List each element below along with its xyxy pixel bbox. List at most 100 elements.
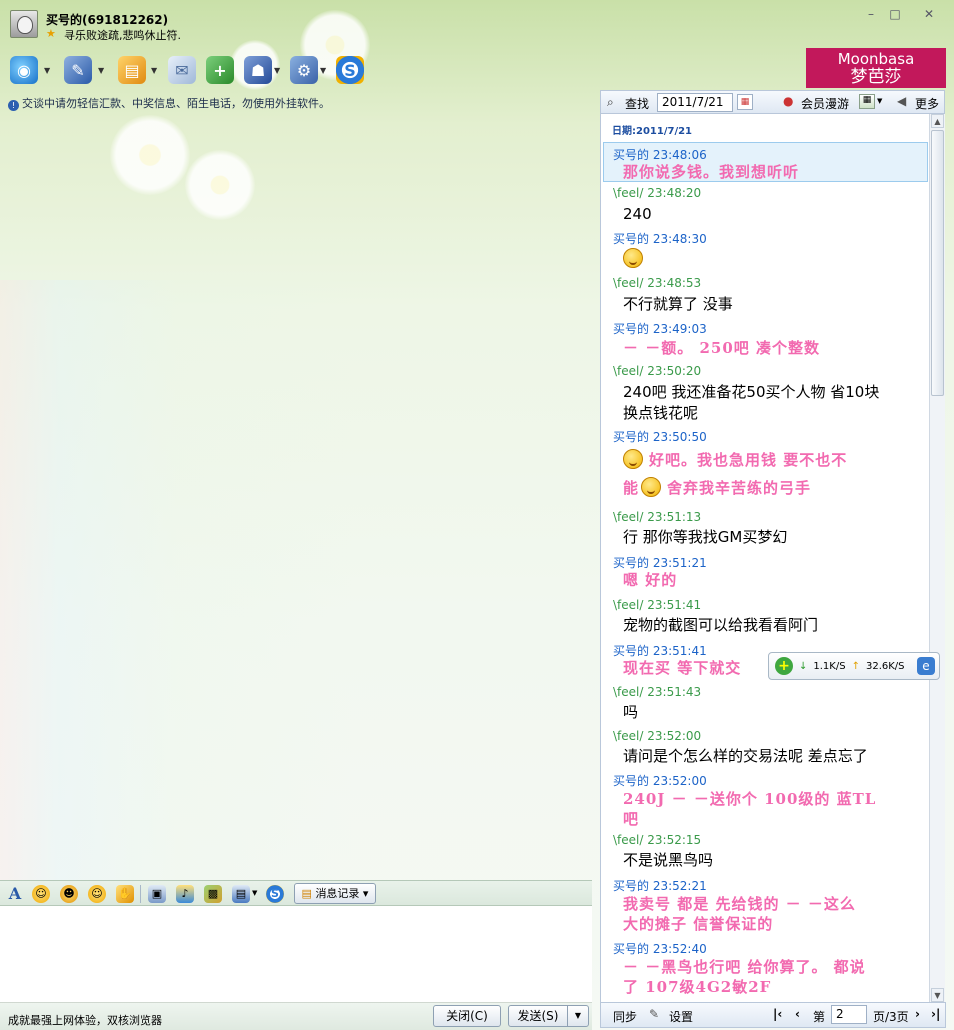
message-text: [623, 248, 913, 271]
last-page-icon[interactable]: ›|: [931, 1007, 940, 1021]
settings-label[interactable]: 设置: [669, 1008, 693, 1025]
penguin-icon: ●: [783, 94, 794, 108]
warning-text: 交谈中请勿轻信汇款、中奖信息、陌生电话，勿使用外挂软件。: [22, 97, 330, 110]
star-icon: ★: [46, 27, 56, 40]
accelerator-plus-icon[interactable]: +: [775, 657, 793, 675]
contact-signature: 寻乐败途疏,悲鸣休止符.: [64, 29, 181, 42]
member-roam-label[interactable]: 会员漫游: [801, 95, 849, 112]
upload-speed: 32.6K/S: [865, 660, 905, 672]
background-decoration: [0, 280, 590, 880]
input-toolbar: A ☺ ☻ ☺ ✋ ▣ ♪ ▩ ▤ ▼ S ▤ 消息记录 ▾: [0, 880, 592, 906]
upload-arrow-icon: ↑: [851, 660, 860, 672]
message-history-button[interactable]: ▤ 消息记录 ▾: [294, 883, 376, 904]
message-header: \feel/ 23:48:20: [613, 186, 702, 200]
message-history-pane[interactable]: 日期:2011/7/21 买号的 23:48:06 那你说多钱。我到想听听 \f…: [600, 114, 929, 1002]
message-text: 吗: [623, 703, 639, 721]
chevron-down-icon[interactable]: ▼: [274, 66, 280, 75]
browser-icon[interactable]: e: [917, 657, 935, 675]
export-icon[interactable]: ▦: [859, 94, 875, 109]
message-text: 240吧 我还准备花50买个人物 省10块 换点钱花呢: [623, 382, 913, 424]
video-call-icon[interactable]: ◉: [10, 56, 38, 84]
avatar[interactable]: [10, 10, 38, 38]
wink-icon[interactable]: ☺: [88, 885, 106, 903]
chevron-down-icon[interactable]: ▼: [252, 889, 257, 897]
first-page-icon[interactable]: |‹: [773, 1007, 782, 1021]
message-text: 请问是个怎么样的交易法呢 差点忘了: [623, 747, 868, 765]
search-icon[interactable]: ⌕: [607, 95, 614, 110]
date-input[interactable]: 2011/7/21: [657, 93, 733, 112]
chevron-down-icon[interactable]: ▼: [320, 66, 326, 75]
calendar-icon[interactable]: ▦: [737, 94, 753, 110]
gift-icon[interactable]: ▩: [204, 885, 222, 903]
shake-icon[interactable]: ✋: [116, 885, 134, 903]
message-header: \feel/ 23:51:13: [613, 510, 702, 524]
close-window-button[interactable]: ✕: [918, 6, 940, 22]
message-header: 买号的 23:52:40: [613, 942, 707, 956]
soso-icon[interactable]: S: [336, 56, 364, 84]
message-line: 大的摊子 信誉保证的: [623, 915, 774, 933]
message-text: 行 那你等我找GM买梦幻: [623, 528, 788, 546]
download-speed: 1.1K/S: [813, 660, 846, 672]
history-scrollbar[interactable]: ▲ ▼: [929, 114, 945, 1002]
message-header: 买号的 23:51:41: [613, 644, 707, 658]
message-header: \feel/ 23:51:41: [613, 598, 702, 612]
magic-emoticon-icon[interactable]: ☻: [60, 885, 78, 903]
message-text: 240: [623, 205, 652, 223]
chevron-down-icon[interactable]: ▼: [151, 66, 157, 75]
voice-call-icon[interactable]: ✎: [64, 56, 92, 84]
network-speed-widget[interactable]: + ↓ 1.1K/S ↑ 32.6K/S e: [768, 652, 940, 680]
prev-page-icon[interactable]: ‹: [795, 1007, 800, 1021]
scroll-up-icon[interactable]: ▲: [931, 114, 944, 128]
browser-promo-link[interactable]: 成就最强上网体验，双核浏览器: [8, 1012, 162, 1028]
chevron-down-icon[interactable]: ▼: [44, 66, 50, 75]
app-settings-icon[interactable]: ⚙: [290, 56, 318, 84]
message-line: 240吧 我还准备花50买个人物 省10块: [623, 383, 880, 401]
screenshot-icon[interactable]: ▣: [148, 885, 166, 903]
scroll-down-icon[interactable]: ▼: [931, 988, 944, 1002]
info-icon: !: [8, 100, 19, 111]
scroll-thumb[interactable]: [931, 130, 944, 396]
send-button[interactable]: 发送(S): [508, 1005, 568, 1027]
remote-assist-icon[interactable]: ☗: [244, 56, 272, 84]
emoticon-icon[interactable]: ☺: [32, 885, 50, 903]
music-icon[interactable]: ♪: [176, 885, 194, 903]
message-header: 买号的 23:52:00: [613, 774, 707, 788]
page-suffix: 页/3页: [873, 1010, 909, 1024]
minimize-button[interactable]: –: [860, 6, 882, 22]
next-page-icon[interactable]: ›: [915, 1007, 920, 1021]
soso-icon[interactable]: S: [266, 885, 284, 903]
ad-brand-latin: Moonbasa: [837, 50, 915, 68]
message-text: 好吧。我也急用钱 要不也不 能舍弃我辛苦练的弓手: [623, 449, 848, 497]
message-text: 那你说多钱。我到想听听: [623, 163, 800, 181]
create-group-icon[interactable]: +: [206, 56, 234, 84]
history-toolbar: ⌕ 查找 2011/7/21 ▦ ● 会员漫游 ▦ ▼ ◀ 更多: [600, 90, 945, 114]
chevron-down-icon[interactable]: ▼: [98, 66, 104, 75]
send-mail-icon[interactable]: ✉: [168, 56, 196, 84]
chevron-down-icon[interactable]: ▼: [877, 97, 882, 105]
sync-label[interactable]: 同步: [613, 1008, 637, 1025]
image-icon[interactable]: ▤: [232, 885, 250, 903]
speaker-icon: ◀: [897, 94, 907, 108]
send-file-icon[interactable]: ▤: [118, 56, 146, 84]
more-label[interactable]: 更多: [915, 95, 939, 112]
close-button[interactable]: 关闭(C): [433, 1005, 501, 1027]
message-header: \feel/ 23:50:20: [613, 364, 702, 378]
history-icon: ▤: [301, 887, 312, 900]
search-label[interactable]: 查找: [625, 95, 649, 112]
font-icon[interactable]: A: [6, 885, 24, 903]
page-input[interactable]: 2: [831, 1005, 867, 1024]
ad-brand-chinese: 梦芭莎: [850, 67, 902, 87]
message-text: 嗯 好的: [623, 571, 678, 589]
sleepy-face-icon: [623, 449, 643, 469]
message-input[interactable]: [0, 906, 592, 1003]
wrench-icon[interactable]: ✎: [649, 1007, 659, 1021]
message-header: \feel/ 23:52:00: [613, 729, 702, 743]
message-line: 我卖号 都是 先给钱的 － －这么: [623, 895, 856, 913]
message-header: 买号的 23:50:50: [613, 430, 707, 444]
message-text: 240J － －送你个 100级的 蓝TL 吧: [623, 789, 913, 829]
maximize-button[interactable]: □: [884, 6, 906, 22]
send-options-chevron-icon[interactable]: ▼: [567, 1005, 589, 1027]
moonbasa-ad[interactable]: Moonbasa 梦芭莎: [806, 48, 946, 88]
message-line: 了 107级4G2敏2F: [623, 978, 772, 996]
message-text: 不行就算了 没事: [623, 295, 733, 313]
